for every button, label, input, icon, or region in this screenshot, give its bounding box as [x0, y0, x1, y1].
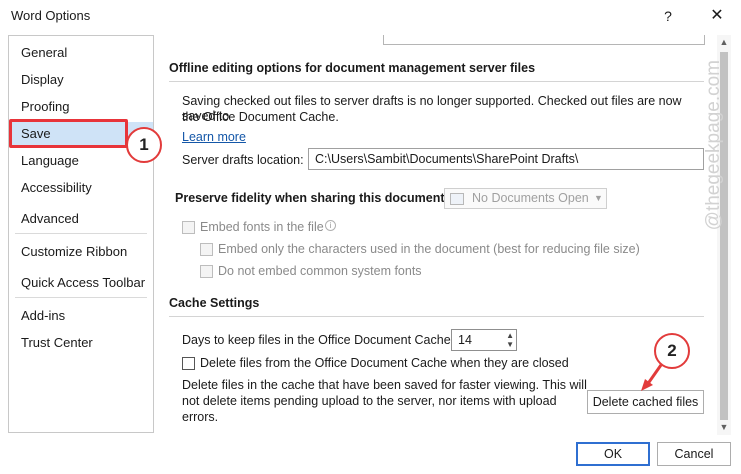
preserve-fidelity-heading: Preserve fidelity when sharing this docu…	[175, 191, 449, 205]
ok-button[interactable]: OK	[576, 442, 650, 466]
server-drafts-input[interactable]: C:\Users\Sambit\Documents\SharePoint Dra…	[308, 148, 704, 170]
nav-item-general[interactable]: General	[9, 41, 153, 65]
delete-desc-line2: not delete items pending upload to the s…	[182, 394, 557, 408]
scroll-up-icon[interactable]: ▲	[717, 37, 731, 47]
options-nav: General Display Proofing Save Language A…	[8, 35, 154, 433]
partial-path-field	[383, 35, 705, 45]
offline-desc-line2: the Office Document Cache.	[182, 110, 339, 124]
scroll-down-icon[interactable]: ▼	[717, 422, 731, 432]
nav-item-advanced[interactable]: Advanced	[9, 207, 153, 231]
window-title: Word Options	[11, 8, 91, 23]
help-button[interactable]: ?	[656, 4, 680, 28]
delete-cached-files-button[interactable]: Delete cached files	[587, 390, 704, 414]
embed-only-used-label: Embed only the characters used in the do…	[218, 242, 640, 256]
nav-divider	[15, 297, 147, 298]
nav-item-display[interactable]: Display	[9, 68, 153, 92]
do-not-embed-system-label: Do not embed common system fonts	[218, 264, 422, 278]
learn-more-link[interactable]: Learn more	[182, 130, 246, 145]
callout-arrow-icon	[641, 364, 663, 391]
word-document-icon	[450, 193, 464, 205]
document-dropdown-value: No Documents Open	[472, 191, 589, 205]
server-drafts-label: Server drafts location:	[182, 153, 304, 167]
days-to-keep-spinner[interactable]: 14 ▲ ▼	[451, 329, 517, 351]
delete-desc-line3: errors.	[182, 410, 219, 424]
embed-only-used-checkbox[interactable]	[200, 243, 213, 256]
delete-on-close-label: Delete files from the Office Document Ca…	[200, 356, 569, 370]
watermark: @thegeekpage.com	[703, 60, 729, 380]
cancel-button[interactable]: Cancel	[657, 442, 731, 466]
nav-item-trust-center[interactable]: Trust Center	[9, 331, 153, 355]
chevron-down-icon: ▼	[594, 193, 603, 203]
info-icon: i	[325, 220, 336, 231]
nav-item-quick-access-toolbar[interactable]: Quick Access Toolbar	[9, 271, 153, 295]
spinner-arrows-icon[interactable]: ▲ ▼	[506, 331, 514, 349]
nav-divider	[15, 233, 147, 234]
partial-label	[175, 35, 355, 39]
delete-on-close-checkbox[interactable]	[182, 357, 195, 370]
delete-desc-line1: Delete files in the cache that have been…	[182, 378, 587, 392]
nav-item-accessibility[interactable]: Accessibility	[9, 176, 153, 200]
embed-fonts-checkbox[interactable]	[182, 221, 195, 234]
nav-item-add-ins[interactable]: Add-ins	[9, 304, 153, 328]
days-to-keep-label: Days to keep files in the Office Documen…	[182, 333, 455, 347]
section-divider	[169, 316, 704, 317]
save-settings-panel: Offline editing options for document man…	[165, 35, 717, 435]
offline-editing-heading: Offline editing options for document man…	[169, 61, 536, 75]
watermark-text: @thegeekpage.com	[703, 60, 724, 231]
nav-item-proofing[interactable]: Proofing	[9, 95, 153, 119]
do-not-embed-system-checkbox[interactable]	[200, 265, 213, 278]
days-to-keep-value: 14	[458, 333, 472, 347]
cache-settings-heading: Cache Settings	[169, 296, 260, 310]
title-bar: Word Options ? ✕	[0, 0, 741, 32]
close-button[interactable]: ✕	[705, 4, 729, 28]
embed-fonts-label: Embed fonts in the file	[200, 220, 324, 234]
document-dropdown[interactable]: No Documents Open ▼	[444, 188, 607, 209]
section-divider	[169, 81, 704, 82]
nav-item-customize-ribbon[interactable]: Customize Ribbon	[9, 240, 153, 264]
save-highlight-box	[9, 119, 128, 148]
callout-1: 1	[126, 127, 162, 163]
